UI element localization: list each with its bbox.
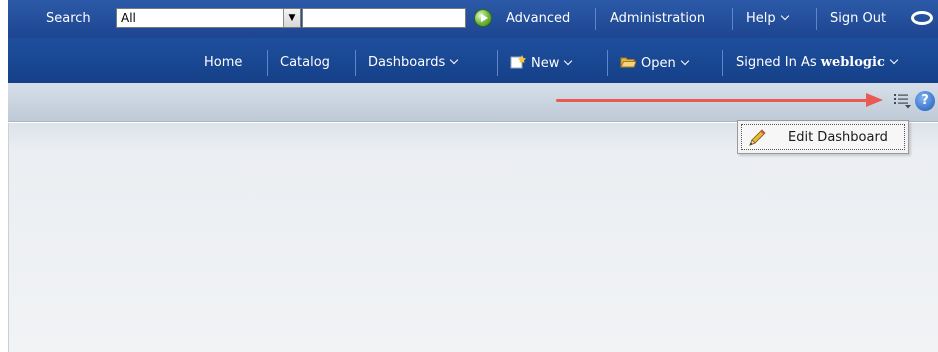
main-nav-bar: Home Catalog Dashboards New Open Signed … <box>8 38 938 83</box>
help-menu-label: Help <box>746 11 776 26</box>
search-input[interactable] <box>302 8 466 28</box>
divider <box>816 8 817 30</box>
annotation-arrow-shaft <box>556 99 868 102</box>
signed-in-user-menu[interactable]: Signed In As weblogic <box>736 55 899 70</box>
dashboards-menu[interactable]: Dashboards <box>368 55 459 70</box>
divider <box>607 50 608 76</box>
page-toolbar: ? <box>8 83 938 122</box>
help-menu[interactable]: Help <box>746 11 789 26</box>
dashboard-content-area <box>8 123 938 352</box>
divider <box>732 8 733 30</box>
oracle-logo-icon <box>911 11 933 25</box>
divider <box>722 50 723 76</box>
search-scope-select[interactable]: All ▼ <box>116 8 301 28</box>
administration-link[interactable]: Administration <box>610 11 705 26</box>
new-document-icon <box>510 55 526 69</box>
open-menu-label: Open <box>641 56 676 71</box>
divider <box>267 50 268 76</box>
chevron-down-icon <box>564 56 573 66</box>
username: weblogic <box>820 55 885 70</box>
global-header: Search All ▼ Advanced Administration Hel… <box>8 0 938 38</box>
search-label: Search <box>46 11 91 26</box>
dropdown-arrow-icon[interactable]: ▼ <box>283 9 300 27</box>
divider <box>355 50 356 76</box>
dashboards-menu-label: Dashboards <box>368 55 446 70</box>
divider <box>497 50 498 76</box>
advanced-link[interactable]: Advanced <box>506 11 570 26</box>
folder-icon <box>620 57 636 68</box>
page-options-menu: Edit Dashboard <box>737 120 909 154</box>
new-menu-label: New <box>531 56 560 71</box>
signed-in-label: Signed In As <box>736 55 817 70</box>
help-icon[interactable]: ? <box>915 91 935 111</box>
chevron-down-icon <box>450 55 459 65</box>
catalog-link[interactable]: Catalog <box>280 55 330 70</box>
chevron-down-icon <box>680 56 689 66</box>
edit-dashboard-menu-item[interactable]: Edit Dashboard <box>741 124 905 150</box>
sign-out-link[interactable]: Sign Out <box>830 11 886 26</box>
new-menu[interactable]: New <box>510 55 573 71</box>
open-menu[interactable]: Open <box>620 55 689 71</box>
divider <box>595 8 596 30</box>
chevron-down-icon <box>780 11 789 21</box>
annotation-arrow-icon <box>866 93 883 107</box>
edit-dashboard-label: Edit Dashboard <box>788 130 888 145</box>
page-options-icon[interactable] <box>894 93 912 109</box>
search-go-icon[interactable] <box>474 9 492 27</box>
browser-page: Search All ▼ Advanced Administration Hel… <box>0 0 938 352</box>
chevron-down-icon <box>889 55 899 65</box>
pencil-icon <box>749 129 766 146</box>
search-scope-value: All <box>121 11 136 25</box>
home-link[interactable]: Home <box>204 55 242 70</box>
